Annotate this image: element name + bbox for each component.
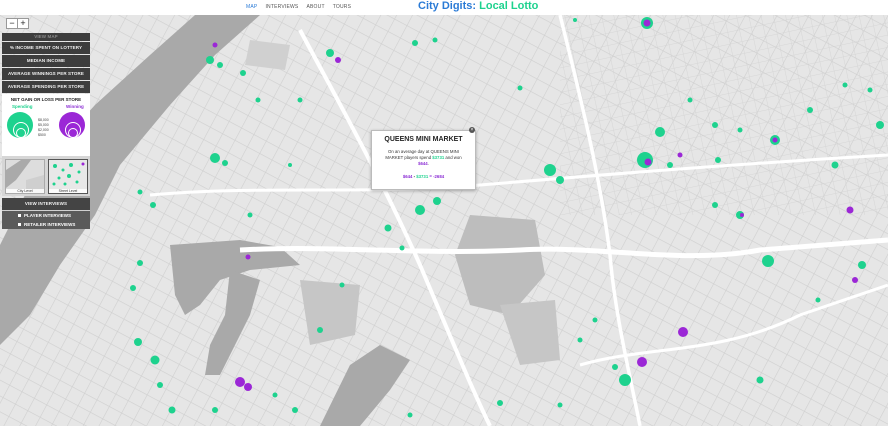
layer-average-spending-button[interactable]: AVERAGE SPENDING PER STORE — [2, 81, 90, 93]
view-interviews-button[interactable]: VIEW INTERVIEWS — [2, 198, 90, 210]
legend-spending-circle — [7, 112, 33, 138]
industrial-area — [300, 280, 360, 345]
street-level-thumbnail[interactable]: Street Level — [48, 159, 88, 194]
checkbox-icon — [18, 223, 21, 226]
popup-line-3: $644. — [380, 161, 467, 167]
player-interviews-label: PLAYER INTERVIEWS — [24, 213, 72, 218]
close-icon[interactable]: × — [469, 127, 475, 133]
site-title[interactable]: City Digits: Local Lotto — [418, 0, 538, 12]
layer-income-spent-button[interactable]: % INCOME SPENT ON LOTTERY — [2, 42, 90, 54]
popup-line-3-end: . — [427, 161, 429, 166]
zoom-out-button[interactable]: − — [7, 19, 17, 28]
popup-line-2a: MARKET players spend — [385, 155, 433, 160]
park-north — [245, 40, 290, 70]
popup-body: On an average day at QUEENS MINI MARKET … — [372, 149, 475, 167]
retailer-interviews-toggle[interactable]: RETAILER INTERVIEWS — [2, 220, 90, 229]
city-level-thumbnail[interactable]: City Level — [5, 159, 45, 194]
map-svg[interactable] — [0, 15, 888, 426]
layer-average-winnings-button[interactable]: AVERAGE WINNINGS PER STORE — [2, 68, 90, 80]
interviews-section: VIEW INTERVIEWS PLAYER INTERVIEWS RETAIL… — [2, 198, 90, 229]
site-title-main: City Digits: — [418, 0, 480, 12]
popup-line-2b: and won — [444, 155, 462, 160]
view-map-header[interactable]: VIEW MAP — [2, 33, 90, 41]
site-title-accent: Local Lotto — [479, 0, 539, 12]
nav-about[interactable]: ABOUT — [306, 4, 324, 10]
layer-median-income-button[interactable]: MEDIAN INCOME — [2, 55, 90, 67]
popup-spend-value: $3731 — [432, 155, 445, 160]
popup-net-calculation: $644 - $3731 = -2684 — [372, 174, 475, 179]
net-gain-legend: NET GAIN OR LOSS PER STORE Spending Winn… — [2, 94, 90, 156]
map-canvas[interactable] — [0, 15, 888, 426]
legend-spending-label: Spending — [12, 104, 33, 109]
popup-win-value: $644 — [418, 161, 428, 166]
legend-values: $8,000 $5,000 $2,000 $500 — [38, 118, 49, 138]
street-grid-east — [560, 15, 888, 215]
nav-map[interactable]: MAP — [246, 4, 257, 10]
zoom-control: − + — [6, 18, 29, 29]
street-level-label: Street Level — [49, 189, 87, 193]
popup-title: QUEENS MINI MARKET — [384, 136, 463, 143]
store-popup: × QUEENS MINI MARKET On an average day a… — [371, 127, 476, 190]
legend-title: NET GAIN OR LOSS PER STORE — [10, 97, 82, 102]
top-bar: MAP INTERVIEWS ABOUT TOURS City Digits: … — [0, 0, 888, 15]
main-nav: MAP INTERVIEWS ABOUT TOURS — [246, 4, 351, 10]
nav-tours[interactable]: TOURS — [333, 4, 351, 10]
nav-interviews[interactable]: INTERVIEWS — [265, 4, 298, 10]
calc-spend: $3731 — [416, 174, 429, 179]
player-interviews-toggle[interactable]: PLAYER INTERVIEWS — [2, 211, 90, 220]
retailer-interviews-label: RETAILER INTERVIEWS — [24, 222, 76, 227]
calc-win: $644 — [402, 174, 413, 179]
checkbox-icon — [18, 214, 21, 217]
legend-winning-label: Winning — [66, 104, 84, 109]
zoom-in-button[interactable]: + — [17, 19, 28, 28]
legend-winning-circle — [59, 112, 85, 138]
level-selector: City Level Street Level — [2, 156, 90, 196]
city-level-label: City Level — [6, 189, 44, 193]
legend-value-4: $500 — [38, 133, 46, 137]
layer-panel: VIEW MAP % INCOME SPENT ON LOTTERY MEDIA… — [2, 33, 90, 229]
calc-result: = -2684 — [428, 174, 445, 179]
